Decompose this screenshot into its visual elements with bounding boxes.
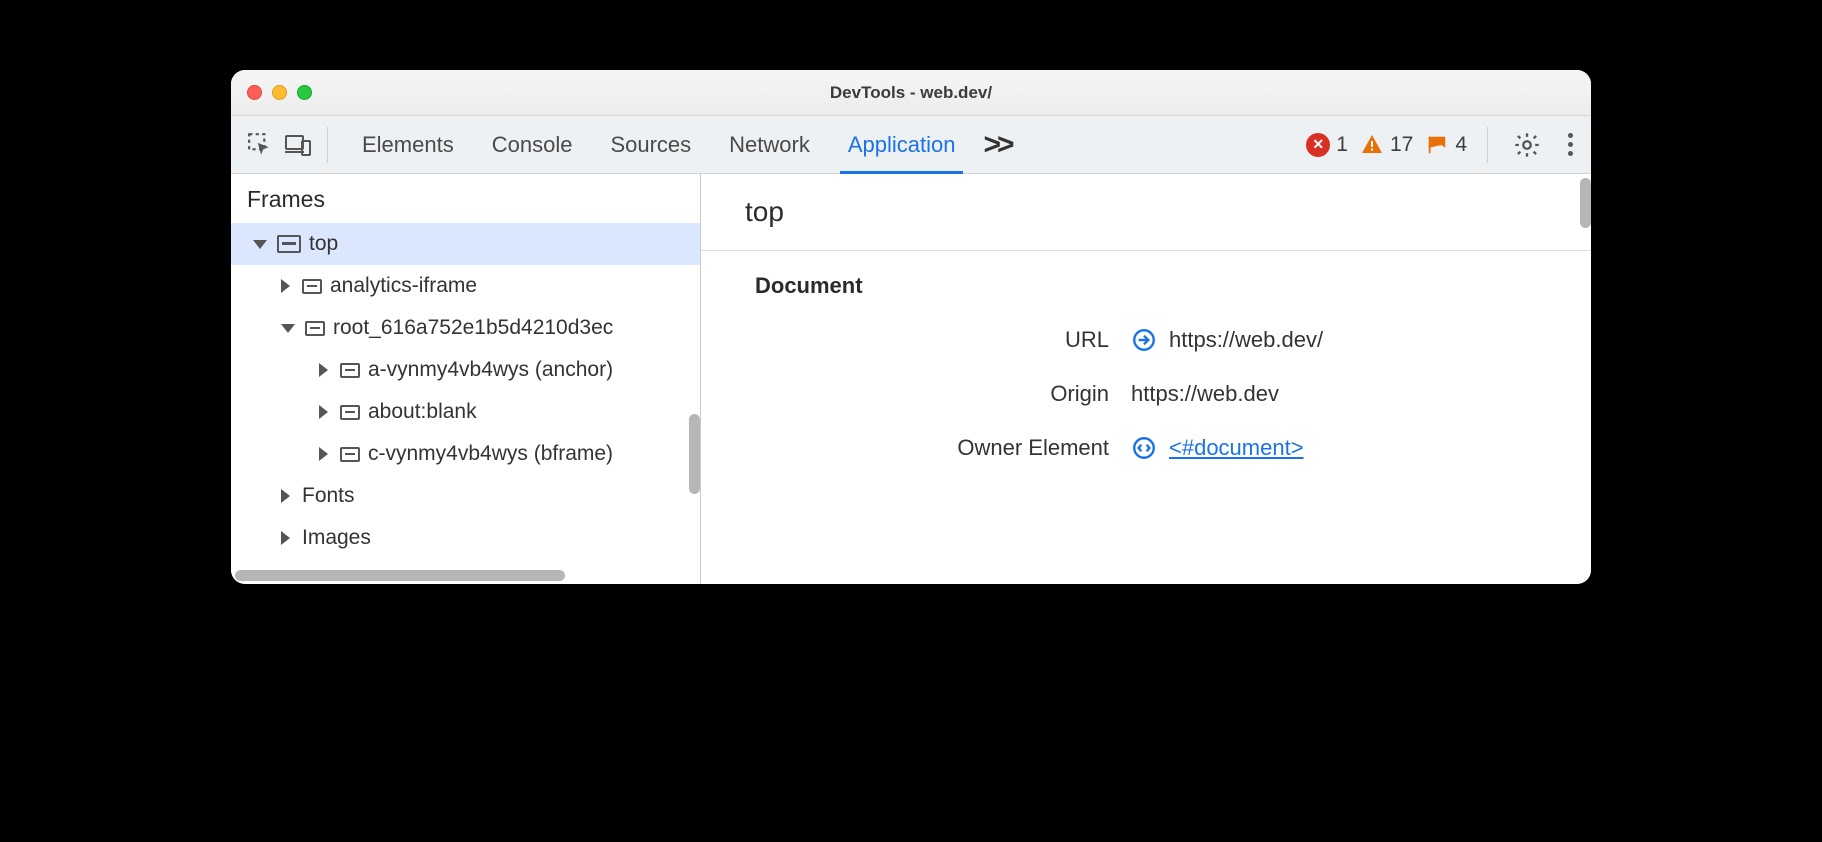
frame-icon — [302, 279, 322, 294]
tree-item[interactable]: root_616a752e1b5d4210d3ec — [231, 307, 700, 349]
disclosure-right-icon[interactable] — [319, 405, 328, 419]
frames-sidebar: Frames top analytics-iframe root_616a752… — [231, 174, 701, 584]
tree-item-top[interactable]: top — [231, 223, 700, 265]
settings-button[interactable] — [1512, 130, 1542, 160]
warning-icon — [1360, 133, 1384, 157]
disclosure-down-icon[interactable] — [281, 324, 295, 333]
tree-label: c-vynmy4vb4wys (bframe) — [368, 442, 613, 466]
status-badges: 1 17 4 — [1306, 133, 1467, 157]
kv-key: Origin — [701, 381, 1131, 407]
sidebar-heading: Frames — [231, 174, 700, 223]
window-minimize-button[interactable] — [272, 85, 287, 100]
disclosure-down-icon[interactable] — [253, 240, 267, 249]
kv-value[interactable]: <#document> — [1131, 435, 1304, 461]
tree-label: root_616a752e1b5d4210d3ec — [333, 316, 613, 340]
kv-value: https://web.dev — [1131, 381, 1279, 407]
frame-icon — [340, 363, 360, 378]
device-toggle-icon[interactable] — [283, 130, 313, 160]
devtools-window: DevTools - web.dev/ Elements Console Sou… — [231, 70, 1591, 584]
tree-item-fonts[interactable]: Fonts — [231, 475, 700, 517]
kv-owner-element: Owner Element <#document> — [701, 421, 1591, 475]
kv-value[interactable]: https://web.dev/ — [1131, 327, 1323, 353]
issues-icon — [1425, 133, 1449, 157]
tree-label: Fonts — [302, 484, 355, 508]
window-title: DevTools - web.dev/ — [231, 83, 1591, 103]
issues-count: 4 — [1455, 133, 1467, 157]
code-icon — [1131, 435, 1157, 461]
tree-label: top — [309, 232, 338, 256]
disclosure-right-icon[interactable] — [281, 531, 290, 545]
detail-title: top — [701, 174, 1591, 251]
warnings-count: 17 — [1390, 133, 1413, 157]
tree-label: a-vynmy4vb4wys (anchor) — [368, 358, 613, 382]
disclosure-right-icon[interactable] — [281, 489, 290, 503]
toolbar-divider — [1487, 127, 1488, 163]
more-options-button[interactable] — [1560, 127, 1581, 162]
kv-key: URL — [701, 327, 1131, 353]
tree-item[interactable]: a-vynmy4vb4wys (anchor) — [231, 349, 700, 391]
frame-icon — [340, 405, 360, 420]
inspect-element-icon[interactable] — [245, 130, 275, 160]
disclosure-right-icon[interactable] — [319, 447, 328, 461]
tab-elements[interactable]: Elements — [362, 118, 454, 172]
issues-badge[interactable]: 4 — [1425, 133, 1467, 157]
tab-network[interactable]: Network — [729, 118, 810, 172]
tab-console[interactable]: Console — [492, 118, 573, 172]
warnings-badge[interactable]: 17 — [1360, 133, 1413, 157]
frames-tree: top analytics-iframe root_616a752e1b5d42… — [231, 223, 700, 567]
traffic-lights — [247, 85, 312, 100]
tree-item[interactable]: about:blank — [231, 391, 700, 433]
sidebar-horizontal-scrollbar[interactable] — [235, 570, 565, 581]
disclosure-right-icon[interactable] — [281, 279, 290, 293]
main-toolbar: Elements Console Sources Network Applica… — [231, 116, 1591, 174]
errors-count: 1 — [1336, 133, 1348, 157]
window-close-button[interactable] — [247, 85, 262, 100]
titlebar: DevTools - web.dev/ — [231, 70, 1591, 116]
errors-badge[interactable]: 1 — [1306, 133, 1348, 157]
tree-label: about:blank — [368, 400, 477, 424]
origin-text: https://web.dev — [1131, 381, 1279, 407]
owner-element-link[interactable]: <#document> — [1169, 435, 1304, 461]
disclosure-right-icon[interactable] — [319, 363, 328, 377]
kv-key: Owner Element — [701, 435, 1131, 461]
kv-origin: Origin https://web.dev — [701, 367, 1591, 421]
tree-item[interactable]: analytics-iframe — [231, 265, 700, 307]
tree-item-images[interactable]: Images — [231, 517, 700, 559]
tree-label: Images — [302, 526, 371, 550]
error-icon — [1306, 133, 1330, 157]
tabs-overflow-button[interactable]: >> — [983, 128, 1010, 162]
detail-section-title: Document — [701, 251, 1591, 313]
frame-icon — [340, 447, 360, 462]
frame-icon — [277, 235, 301, 253]
frame-detail-panel: top Document URL https://web.dev/ Origin — [701, 174, 1591, 584]
url-text: https://web.dev/ — [1169, 327, 1323, 353]
window-zoom-button[interactable] — [297, 85, 312, 100]
frame-icon — [305, 321, 325, 336]
tab-application[interactable]: Application — [848, 118, 956, 172]
kv-url: URL https://web.dev/ — [701, 313, 1591, 367]
domain-icon — [1131, 327, 1157, 353]
tab-sources[interactable]: Sources — [610, 118, 691, 172]
panel-body: Frames top analytics-iframe root_616a752… — [231, 174, 1591, 584]
tree-label: analytics-iframe — [330, 274, 477, 298]
tree-item[interactable]: c-vynmy4vb4wys (bframe) — [231, 433, 700, 475]
toolbar-divider — [327, 127, 328, 163]
panel-tabs: Elements Console Sources Network Applica… — [342, 118, 955, 172]
